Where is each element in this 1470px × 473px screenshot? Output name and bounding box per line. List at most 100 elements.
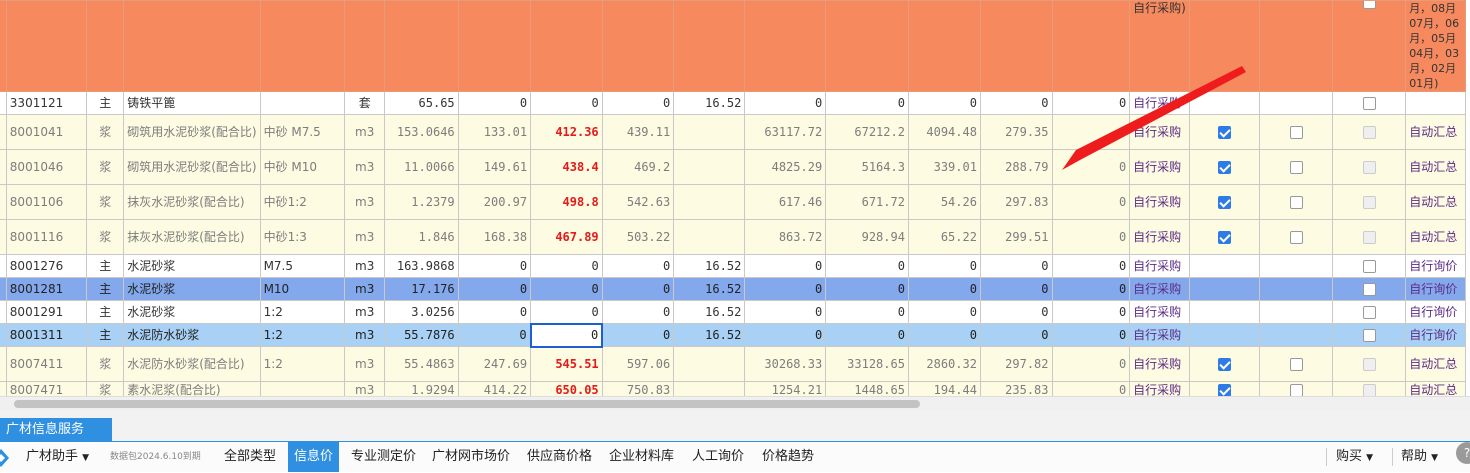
quantity[interactable]: 11.0066 <box>384 149 459 185</box>
market-amount[interactable]: 0 <box>825 323 909 347</box>
row-checkbox[interactable] <box>1362 97 1376 110</box>
material-category[interactable]: 浆 <box>86 184 125 220</box>
other-amount[interactable]: 0 <box>1051 300 1131 324</box>
price-source[interactable]: 自动汇总 <box>1405 381 1466 396</box>
tab-market-price[interactable]: 广材网市场价 <box>432 442 510 472</box>
market-price[interactable]: 650.05 <box>530 381 603 396</box>
price-diff[interactable]: 339.01 <box>907 149 981 185</box>
material-name[interactable]: 素水泥浆(配合比) <box>123 381 261 396</box>
material-category[interactable]: 主 <box>86 254 125 278</box>
row-checkbox[interactable] <box>1289 196 1303 209</box>
market-amount[interactable]: 33128.65 <box>825 346 909 382</box>
base-amount[interactable]: 0 <box>744 300 827 324</box>
tab-all-types[interactable]: 全部类型 <box>224 442 276 472</box>
tax-price[interactable]: 750.83 <box>601 381 675 396</box>
tab-info-price[interactable]: 信息价 <box>288 442 340 472</box>
material-unit[interactable]: m3 <box>344 149 386 185</box>
unit-diff[interactable]: 0 <box>979 254 1053 278</box>
base-amount[interactable]: 0 <box>744 277 827 301</box>
material-spec[interactable]: 中砂1:2 <box>259 184 346 220</box>
material-spec[interactable]: M10 <box>259 277 346 301</box>
market-amount[interactable]: 671.72 <box>825 184 909 220</box>
tax-rate[interactable] <box>673 381 746 396</box>
price-diff[interactable]: 0 <box>907 91 981 115</box>
market-amount[interactable]: 0 <box>825 300 909 324</box>
row-checkbox[interactable] <box>1362 260 1376 273</box>
price-diff[interactable]: 2860.32 <box>907 346 981 382</box>
table-row[interactable]: 8007411 浆水泥防水砂浆(配合比) 1:2 m3 55.4863 247.69 545… <box>0 346 1466 382</box>
tax-price[interactable]: 0 <box>601 91 675 115</box>
market-price[interactable]: 0 <box>530 277 603 301</box>
tax-rate[interactable]: 16.52 <box>673 323 746 347</box>
market-price[interactable]: 0 <box>530 91 603 115</box>
material-category[interactable]: 浆 <box>86 114 125 150</box>
supply-mode[interactable]: 自行采购 <box>1129 91 1190 115</box>
material-unit[interactable]: m3 <box>344 323 386 347</box>
base-amount[interactable]: 863.72 <box>744 219 827 255</box>
material-unit[interactable]: m3 <box>344 114 386 150</box>
quantity[interactable]: 3.0256 <box>384 300 459 324</box>
tab-professional-price[interactable]: 专业测定价 <box>351 442 416 472</box>
tab-guangcai-info-service[interactable]: 广材信息服务 <box>0 418 112 442</box>
material-name[interactable]: 砌筑用水泥砂浆(配合比) <box>123 149 261 185</box>
quantity[interactable]: 1.2379 <box>384 184 459 220</box>
tax-price[interactable]: 0 <box>601 277 675 301</box>
material-unit[interactable]: 套 <box>344 91 386 115</box>
material-code[interactable]: 8001106 <box>5 184 88 220</box>
other-amount[interactable]: 0 <box>1051 184 1131 220</box>
quantity[interactable]: 17.176 <box>384 277 459 301</box>
other-amount[interactable]: 0 <box>1051 219 1131 255</box>
base-price[interactable]: 0 <box>457 323 532 347</box>
other-amount[interactable]: 0 <box>1051 381 1131 396</box>
tax-price[interactable]: 0 <box>601 254 675 278</box>
table-row[interactable]: 8007471 浆素水泥浆(配合比) m3 1.9294 414.22 650.05 750… <box>0 381 1466 396</box>
market-amount[interactable]: 0 <box>825 254 909 278</box>
quantity[interactable]: 65.65 <box>384 91 459 115</box>
price-diff[interactable]: 0 <box>907 323 981 347</box>
table-row[interactable]: 3301121 主铸铁平篦套 65.65 0 0 0 16.52 0 0 0 0 0 自行采购 <box>0 91 1466 115</box>
base-price[interactable]: 0 <box>457 254 532 278</box>
base-amount[interactable]: 30268.33 <box>744 346 827 382</box>
material-spec[interactable]: M7.5 <box>259 254 346 278</box>
base-price[interactable]: 414.22 <box>457 381 532 396</box>
material-category[interactable]: 主 <box>86 323 125 347</box>
unit-diff[interactable]: 0 <box>979 277 1053 301</box>
base-price[interactable]: 0 <box>457 300 532 324</box>
price-source[interactable]: 自行询价 <box>1405 277 1466 301</box>
material-code[interactable]: 8007411 <box>5 346 88 382</box>
material-name[interactable]: 铸铁平篦 <box>123 91 261 115</box>
material-code[interactable]: 8001041 <box>5 114 88 150</box>
unit-diff[interactable]: 235.83 <box>979 381 1053 396</box>
row-checkbox[interactable] <box>1289 161 1303 174</box>
material-unit[interactable]: m3 <box>344 184 386 220</box>
table-row[interactable]: 8001276 主水泥砂浆 M7.5 m3 163.9868 0 0 0 16.52 0 0 0 0 0 自… <box>0 254 1466 278</box>
other-amount[interactable]: 0 <box>1051 323 1131 347</box>
material-category[interactable]: 主 <box>86 277 125 301</box>
material-code[interactable]: 8001276 <box>5 254 88 278</box>
material-code[interactable]: 8001291 <box>5 300 88 324</box>
unit-diff[interactable]: 279.35 <box>979 114 1053 150</box>
row-checkbox[interactable] <box>1218 196 1232 209</box>
supply-mode[interactable]: 自行采购 <box>1129 254 1190 278</box>
material-name[interactable]: 水泥砂浆 <box>123 300 261 324</box>
price-source[interactable]: 自行询价 <box>1405 254 1466 278</box>
unit-diff[interactable]: 299.51 <box>979 219 1053 255</box>
row-checkbox[interactable] <box>1289 231 1303 244</box>
supply-mode[interactable]: 自行采购 <box>1129 323 1190 347</box>
price-source[interactable]: 自动汇总 <box>1405 184 1466 220</box>
row-checkbox[interactable] <box>1289 126 1303 139</box>
market-amount[interactable]: 5164.3 <box>825 149 909 185</box>
material-code[interactable]: 8001311 <box>5 323 88 347</box>
material-spec[interactable]: 1:2 <box>259 346 346 382</box>
other-amount[interactable]: 0 <box>1051 277 1131 301</box>
material-unit[interactable]: m3 <box>344 277 386 301</box>
base-amount[interactable]: 0 <box>744 91 827 115</box>
material-spec[interactable] <box>259 91 346 115</box>
price-source[interactable]: 自动汇总 <box>1405 114 1466 150</box>
material-code[interactable]: 8001046 <box>5 149 88 185</box>
market-amount[interactable]: 67212.2 <box>825 114 909 150</box>
tax-rate[interactable]: 16.52 <box>673 254 746 278</box>
material-spec[interactable]: 中砂1:3 <box>259 219 346 255</box>
unit-diff[interactable]: 0 <box>979 300 1053 324</box>
price-source[interactable]: 自动汇总 <box>1405 346 1466 382</box>
